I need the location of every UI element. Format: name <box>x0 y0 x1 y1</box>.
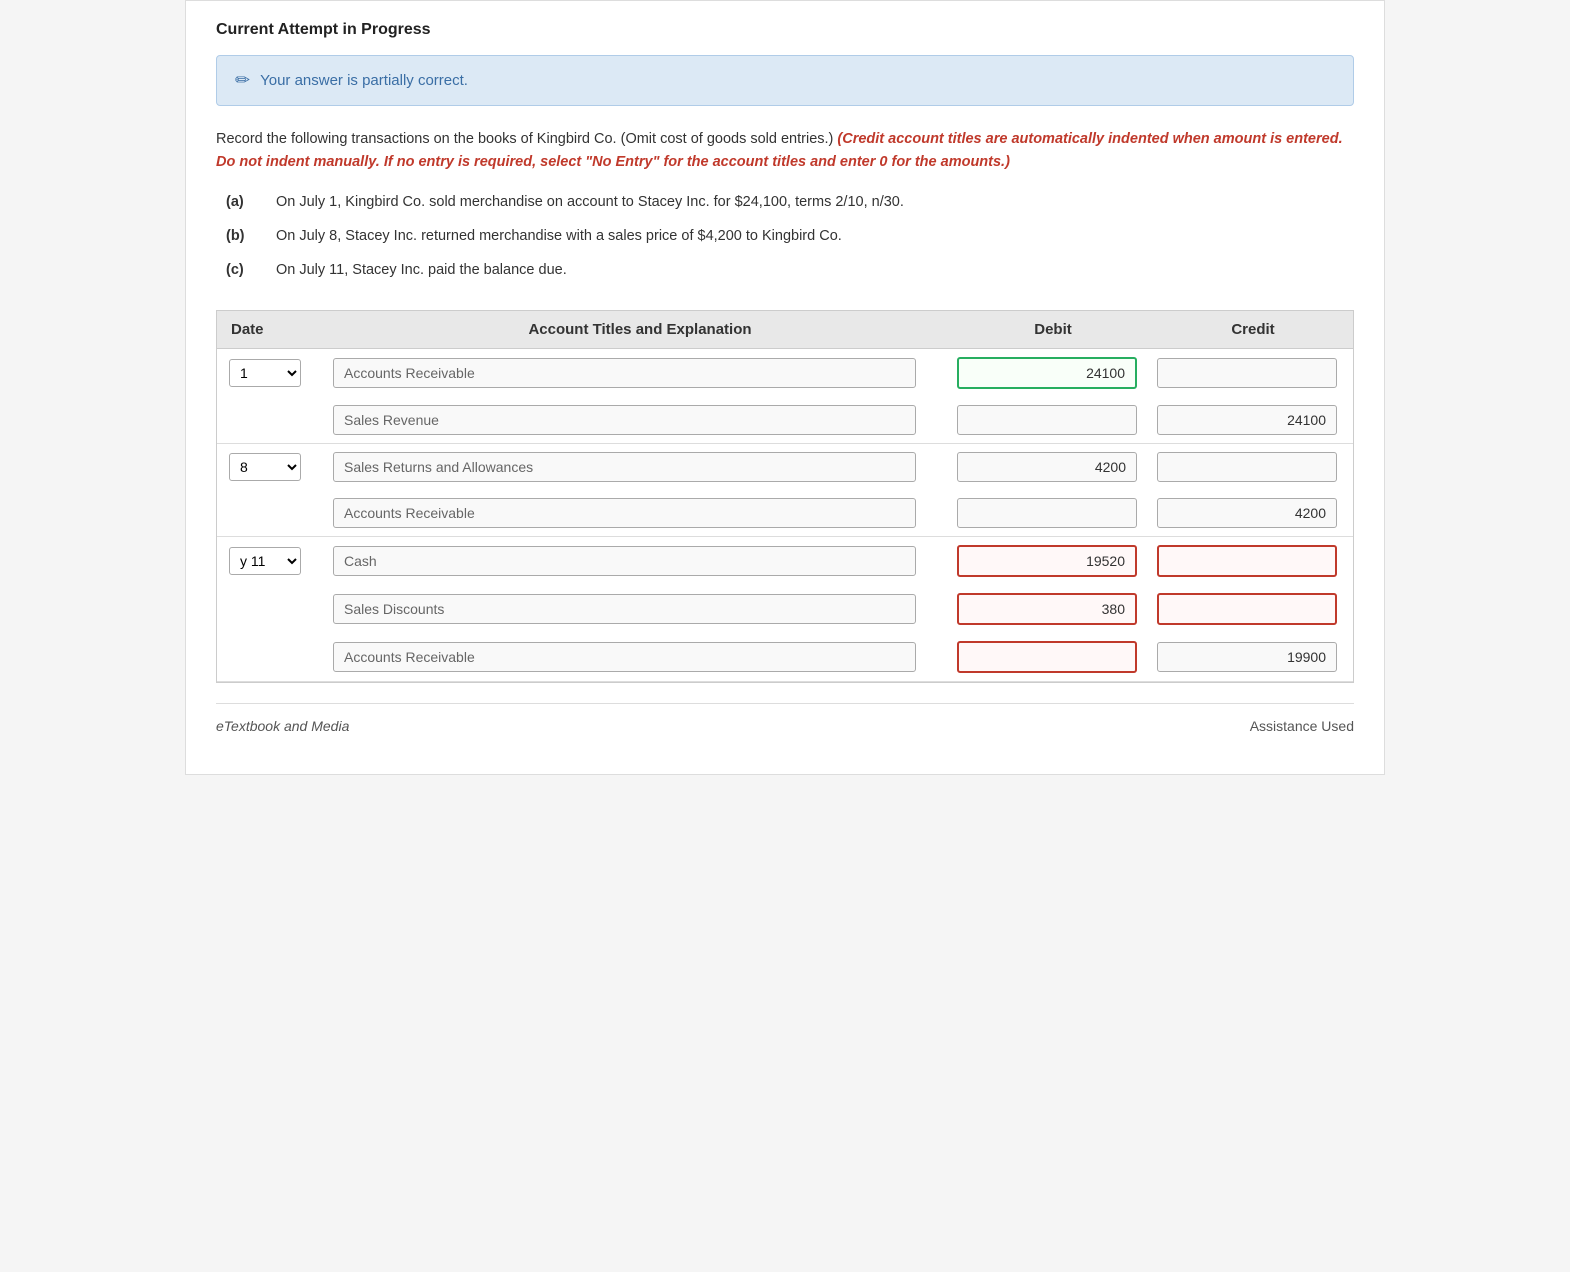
instructions-plain: Record the following transactions on the… <box>216 131 833 147</box>
credit-input-c1[interactable] <box>1157 545 1337 577</box>
alert-box: ✏ Your answer is partially correct. <box>216 55 1354 106</box>
header-credit: Credit <box>1153 321 1353 338</box>
table-row <box>217 490 1353 536</box>
transaction-label-a: (a) <box>226 192 276 214</box>
bottom-bar: eTextbook and Media Assistance Used <box>216 703 1354 734</box>
credit-cell-a1[interactable] <box>1147 358 1347 388</box>
bottom-right-label: Assistance Used <box>1250 718 1354 734</box>
account-cell-c2[interactable] <box>333 594 947 624</box>
list-item: (c) On July 11, Stacey Inc. paid the bal… <box>226 260 1354 282</box>
page-container: Current Attempt in Progress ✏ Your answe… <box>185 0 1385 775</box>
instructions: Record the following transactions on the… <box>216 128 1354 174</box>
credit-input-a2[interactable] <box>1157 405 1337 435</box>
debit-input-b1[interactable] <box>957 452 1137 482</box>
account-cell-b2[interactable] <box>333 498 947 528</box>
account-input-c1[interactable] <box>333 546 916 576</box>
transaction-text-a: On July 1, Kingbird Co. sold merchandise… <box>276 192 1354 214</box>
debit-cell-c1[interactable] <box>947 545 1147 577</box>
credit-cell-c1[interactable] <box>1147 545 1347 577</box>
credit-input-b2[interactable] <box>1157 498 1337 528</box>
debit-input-a1[interactable] <box>957 357 1137 389</box>
account-input-a1[interactable] <box>333 358 916 388</box>
entry-group-c: y 11 <box>217 537 1353 682</box>
date-select-a[interactable]: 1 <box>229 359 301 387</box>
account-input-a2[interactable] <box>333 405 916 435</box>
account-input-c3[interactable] <box>333 642 916 672</box>
credit-cell-b1[interactable] <box>1147 452 1347 482</box>
header-account: Account Titles and Explanation <box>327 321 953 338</box>
table-header: Date Account Titles and Explanation Debi… <box>216 310 1354 349</box>
table-row: 1 <box>217 349 1353 397</box>
transaction-text-c: On July 11, Stacey Inc. paid the balance… <box>276 260 1354 282</box>
account-input-c2[interactable] <box>333 594 916 624</box>
table-row <box>217 585 1353 633</box>
table-body: 1 <box>216 349 1354 683</box>
debit-input-b2[interactable] <box>957 498 1137 528</box>
section-title: Current Attempt in Progress <box>216 21 1354 39</box>
credit-input-c2[interactable] <box>1157 593 1337 625</box>
table-row <box>217 397 1353 443</box>
account-cell-c3[interactable] <box>333 642 947 672</box>
alert-message: Your answer is partially correct. <box>260 72 468 89</box>
credit-cell-c3[interactable] <box>1147 642 1347 672</box>
account-cell-b1[interactable] <box>333 452 947 482</box>
transaction-text-b: On July 8, Stacey Inc. returned merchand… <box>276 226 1354 248</box>
debit-input-c1[interactable] <box>957 545 1137 577</box>
debit-input-c2[interactable] <box>957 593 1137 625</box>
table-row: 8 <box>217 444 1353 490</box>
transactions-list: (a) On July 1, Kingbird Co. sold merchan… <box>216 192 1354 281</box>
list-item: (b) On July 8, Stacey Inc. returned merc… <box>226 226 1354 248</box>
bottom-left-label: eTextbook and Media <box>216 718 349 734</box>
debit-cell-c2[interactable] <box>947 593 1147 625</box>
transaction-label-c: (c) <box>226 260 276 282</box>
header-date: Date <box>217 321 327 338</box>
date-cell-c[interactable]: y 11 <box>223 547 333 575</box>
credit-input-b1[interactable] <box>1157 452 1337 482</box>
account-cell-c1[interactable] <box>333 546 947 576</box>
list-item: (a) On July 1, Kingbird Co. sold merchan… <box>226 192 1354 214</box>
debit-input-a2[interactable] <box>957 405 1137 435</box>
account-input-b1[interactable] <box>333 452 916 482</box>
credit-input-c3[interactable] <box>1157 642 1337 672</box>
debit-cell-b1[interactable] <box>947 452 1147 482</box>
date-cell-a[interactable]: 1 <box>223 359 333 387</box>
entry-group-a: 1 <box>217 349 1353 444</box>
debit-cell-c3[interactable] <box>947 641 1147 673</box>
date-select-c[interactable]: y 11 <box>229 547 301 575</box>
credit-input-a1[interactable] <box>1157 358 1337 388</box>
debit-input-c3[interactable] <box>957 641 1137 673</box>
account-cell-a2[interactable] <box>333 405 947 435</box>
account-cell-a1[interactable] <box>333 358 947 388</box>
debit-cell-b2[interactable] <box>947 498 1147 528</box>
debit-cell-a1[interactable] <box>947 357 1147 389</box>
table-row <box>217 633 1353 681</box>
credit-cell-c2[interactable] <box>1147 593 1347 625</box>
table-row: y 11 <box>217 537 1353 585</box>
debit-cell-a2[interactable] <box>947 405 1147 435</box>
date-cell-b[interactable]: 8 <box>223 453 333 481</box>
credit-cell-a2[interactable] <box>1147 405 1347 435</box>
entry-group-b: 8 <box>217 444 1353 537</box>
header-debit: Debit <box>953 321 1153 338</box>
pencil-icon: ✏ <box>235 70 250 91</box>
account-input-b2[interactable] <box>333 498 916 528</box>
transaction-label-b: (b) <box>226 226 276 248</box>
date-select-b[interactable]: 8 <box>229 453 301 481</box>
credit-cell-b2[interactable] <box>1147 498 1347 528</box>
